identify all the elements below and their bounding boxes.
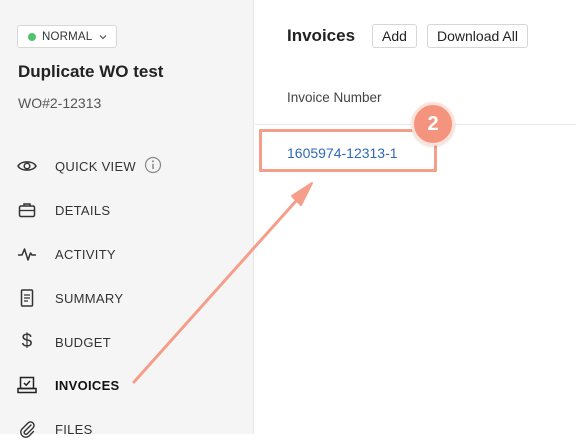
download-all-button[interactable]: Download All bbox=[427, 24, 528, 48]
work-order-number: WO#2-12313 bbox=[18, 95, 102, 111]
sidebar-item-activity[interactable]: ACTIVITY bbox=[16, 239, 116, 269]
sidebar-item-quick-view[interactable]: QUICK VIEW bbox=[16, 151, 162, 181]
document-icon bbox=[16, 287, 38, 309]
sidebar-item-summary[interactable]: SUMMARY bbox=[16, 283, 123, 313]
invoice-tray-icon bbox=[16, 374, 38, 396]
status-dropdown[interactable]: NORMAL bbox=[17, 25, 118, 48]
page-title: Invoices bbox=[287, 26, 356, 45]
step-number-badge: 2 bbox=[411, 102, 455, 146]
sidebar-item-budget[interactable]: $ BUDGET bbox=[16, 327, 111, 357]
chevron-down-icon bbox=[99, 34, 107, 39]
status-dot bbox=[28, 32, 36, 41]
sidebar-item-label: BUDGET bbox=[55, 334, 111, 350]
info-icon[interactable] bbox=[144, 156, 162, 177]
highlight-box bbox=[259, 129, 437, 172]
sidebar-item-invoices[interactable]: INVOICES bbox=[16, 370, 120, 400]
column-header-invoice-number: Invoice Number bbox=[287, 90, 382, 105]
pulse-icon bbox=[16, 243, 38, 265]
status-label: NORMAL bbox=[42, 30, 93, 43]
invoices-panel: Invoices Add Download All Invoice Number… bbox=[255, 0, 576, 434]
work-order-title: Duplicate WO test bbox=[18, 62, 164, 81]
dollar-icon: $ bbox=[21, 331, 33, 352]
sidebar-item-details[interactable]: DETAILS bbox=[16, 195, 110, 225]
sidebar-item-label: FILES bbox=[55, 421, 93, 437]
sidebar: NORMAL Duplicate WO test WO#2-12313 QUIC… bbox=[0, 0, 254, 438]
eye-icon bbox=[16, 155, 38, 177]
add-invoice-button[interactable]: Add bbox=[372, 24, 417, 48]
sidebar-item-label: SUMMARY bbox=[55, 290, 124, 306]
sidebar-item-files[interactable]: FILES bbox=[16, 414, 93, 444]
sidebar-item-label: ACTIVITY bbox=[55, 246, 116, 262]
briefcase-icon bbox=[16, 199, 38, 221]
sidebar-item-label: QUICK VIEW bbox=[55, 158, 137, 174]
sidebar-item-label: INVOICES bbox=[55, 377, 120, 393]
paperclip-icon bbox=[16, 418, 38, 440]
sidebar-item-label: DETAILS bbox=[55, 202, 111, 218]
